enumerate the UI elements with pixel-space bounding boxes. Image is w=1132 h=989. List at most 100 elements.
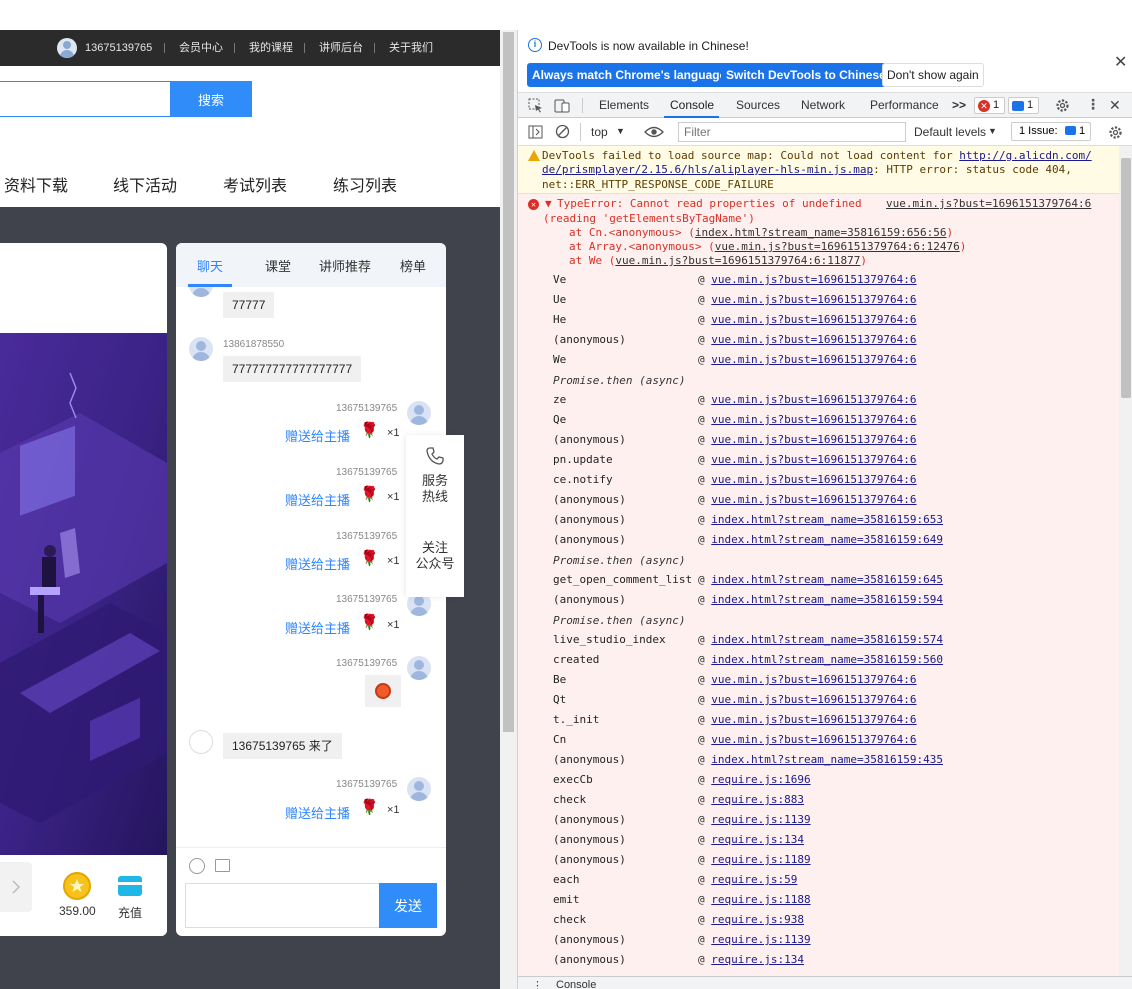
frame-source-link[interactable]: vue.min.js?bust=1696151379764:6 [711, 393, 916, 406]
dont-show-again-button[interactable]: Don't show again [882, 63, 984, 87]
frame-source-link[interactable]: index.html?stream_name=35816159:653 [711, 513, 943, 526]
frame-source-link[interactable]: require.js:1139 [711, 813, 810, 826]
search-button[interactable]: 搜索 [170, 81, 252, 117]
tab-elements[interactable]: Elements [599, 98, 649, 112]
frame-source-link[interactable]: vue.min.js?bust=1696151379764:6 [711, 493, 916, 506]
frame-source-link[interactable]: vue.min.js?bust=1696151379764:6 [711, 713, 916, 726]
gear-icon[interactable] [1055, 98, 1070, 113]
frame-source-link[interactable]: vue.min.js?bust=1696151379764:6 [711, 313, 916, 326]
wallet-icon[interactable] [118, 876, 142, 896]
image-icon[interactable] [215, 859, 230, 872]
console-output[interactable]: DevTools failed to load source map: Coul… [518, 146, 1119, 976]
frame-source-link[interactable]: vue.min.js?bust=1696151379764:6 [711, 433, 916, 446]
message-count-badge[interactable]: 1 [1008, 97, 1039, 114]
frame-source-link[interactable]: require.js:1696 [711, 773, 810, 786]
filter-input[interactable] [678, 122, 906, 142]
frame-source-link[interactable]: vue.min.js?bust=1696151379764:6 [711, 273, 916, 286]
frame-source-link[interactable]: index.html?stream_name=35816159:649 [711, 533, 943, 546]
drawer-menu-icon[interactable]: ⋮ [532, 979, 543, 989]
frame-source-link[interactable]: require.js:1189 [711, 853, 810, 866]
frame-source-link[interactable]: index.html?stream_name=35816159:574 [711, 633, 943, 646]
frame-source-link[interactable]: vue.min.js?bust=1696151379764:6 [711, 293, 916, 306]
tab-performance[interactable]: Performance [870, 98, 939, 112]
user-avatar[interactable] [57, 38, 77, 58]
stack-link[interactable]: vue.min.js?bust=1696151379764:6:12476 [715, 240, 960, 253]
frame-source-link[interactable]: require.js:883 [711, 793, 804, 806]
frame-source-link[interactable]: require.js:938 [711, 913, 804, 926]
chat-input[interactable] [185, 883, 380, 928]
send-button[interactable]: 发送 [379, 883, 437, 928]
tab-sources[interactable]: Sources [736, 98, 780, 112]
drawer-tab-console[interactable]: Console [556, 979, 596, 989]
inspect-icon[interactable] [528, 98, 544, 113]
tab-chat[interactable]: 聊天 [197, 256, 223, 275]
source-map-link[interactable]: http://g.alicdn.com/ [959, 149, 1091, 162]
frame-source-link[interactable]: vue.min.js?bust=1696151379764:6 [711, 673, 916, 686]
search-input[interactable] [0, 81, 170, 117]
nav-offline-events[interactable]: 线下活动 [113, 172, 177, 196]
frame-source-link[interactable]: index.html?stream_name=35816159:560 [711, 653, 943, 666]
console-scrollbar[interactable] [1119, 146, 1132, 976]
error-count-badge[interactable]: ✕ 1 [974, 97, 1005, 114]
match-language-button[interactable]: Always match Chrome's language [527, 63, 732, 87]
clear-console-icon[interactable] [555, 124, 570, 139]
page-scrollbar[interactable] [500, 30, 517, 989]
tab-instructor-recommend[interactable]: 讲师推荐 [319, 256, 371, 275]
issues-button[interactable]: 1 Issue: 1 [1011, 122, 1091, 141]
member-center-link[interactable]: 会员中心 [179, 41, 223, 55]
frame-source-link[interactable]: index.html?stream_name=35816159:435 [711, 753, 943, 766]
emoji-icon[interactable] [189, 858, 205, 874]
scrollbar-thumb[interactable] [1121, 158, 1131, 398]
more-tabs-button[interactable]: >> [952, 98, 966, 112]
console-settings-gear-icon[interactable] [1108, 125, 1123, 140]
nav-exam-list[interactable]: 考试列表 [223, 172, 287, 196]
device-toolbar-icon[interactable] [554, 98, 570, 113]
log-levels-dropdown[interactable]: Default levels [914, 125, 986, 139]
prev-arrow-button[interactable] [0, 862, 32, 912]
frame-source-link[interactable]: require.js:1139 [711, 933, 810, 946]
frame-source-link[interactable]: index.html?stream_name=35816159:645 [711, 573, 943, 586]
frame-source-link[interactable]: require.js:134 [711, 953, 804, 966]
frame-source-link[interactable]: vue.min.js?bust=1696151379764:6 [711, 453, 916, 466]
error-source-link[interactable]: vue.min.js?bust=1696151379764:6 [886, 197, 1091, 211]
frame-source-link[interactable]: vue.min.js?bust=1696151379764:6 [711, 413, 916, 426]
chevron-down-icon[interactable]: ▼ [988, 126, 997, 136]
frame-source-link[interactable]: vue.min.js?bust=1696151379764:6 [711, 693, 916, 706]
about-us-link[interactable]: 关于我们 [389, 41, 433, 55]
frame-source-link[interactable]: require.js:59 [711, 873, 797, 886]
coin-icon[interactable] [63, 872, 91, 900]
frame-source-link[interactable]: require.js:134 [711, 833, 804, 846]
switch-chinese-button[interactable]: Switch DevTools to Chinese [721, 63, 891, 87]
source-map-link[interactable]: de/prismplayer/2.15.6/hls/aliplayer-hls-… [542, 163, 873, 176]
tab-network[interactable]: Network [801, 98, 845, 112]
stack-link[interactable]: index.html?stream_name=35816159:656:56 [695, 226, 947, 239]
frame-source-link[interactable]: vue.min.js?bust=1696151379764:6 [711, 353, 916, 366]
nav-practice-list[interactable]: 练习列表 [333, 172, 397, 196]
sidebar-toggle-icon[interactable] [528, 125, 543, 139]
frame-source-link[interactable]: vue.min.js?bust=1696151379764:6 [711, 333, 916, 346]
follow-official-account[interactable]: 关注 公众号 [406, 540, 464, 572]
nav-downloads[interactable]: 资料下载 [4, 172, 68, 196]
more-options-icon[interactable]: ⋮ [1086, 96, 1100, 113]
tab-console[interactable]: Console [670, 98, 714, 112]
my-courses-link[interactable]: 我的课程 [249, 41, 293, 55]
stack-link[interactable]: vue.min.js?bust=1696151379764:6:11877 [615, 254, 860, 267]
context-selector[interactable]: top [591, 125, 608, 139]
recharge-label[interactable]: 充值 [118, 904, 142, 921]
frame-source-link[interactable]: require.js:1188 [711, 893, 810, 906]
tab-leaderboard[interactable]: 榜单 [400, 256, 426, 275]
username[interactable]: 13675139765 [85, 41, 152, 55]
chevron-down-icon[interactable]: ▼ [616, 126, 625, 136]
frame-source-link[interactable]: index.html?stream_name=35816159:594 [711, 593, 943, 606]
instructor-admin-link[interactable]: 讲师后台 [319, 41, 363, 55]
expand-triangle-icon[interactable]: ▼ [545, 197, 552, 211]
hotline-label[interactable]: 服务 热线 [406, 473, 464, 505]
frame-source-link[interactable]: vue.min.js?bust=1696151379764:6 [711, 473, 916, 486]
video-frame[interactable] [0, 333, 167, 855]
close-devtools-icon[interactable]: ✕ [1109, 97, 1121, 114]
scrollbar-thumb[interactable] [503, 32, 514, 732]
close-icon[interactable]: ✕ [1114, 52, 1127, 72]
eye-icon[interactable] [644, 126, 664, 138]
frame-source-link[interactable]: vue.min.js?bust=1696151379764:6 [711, 733, 916, 746]
tab-classroom[interactable]: 课堂 [265, 256, 291, 275]
